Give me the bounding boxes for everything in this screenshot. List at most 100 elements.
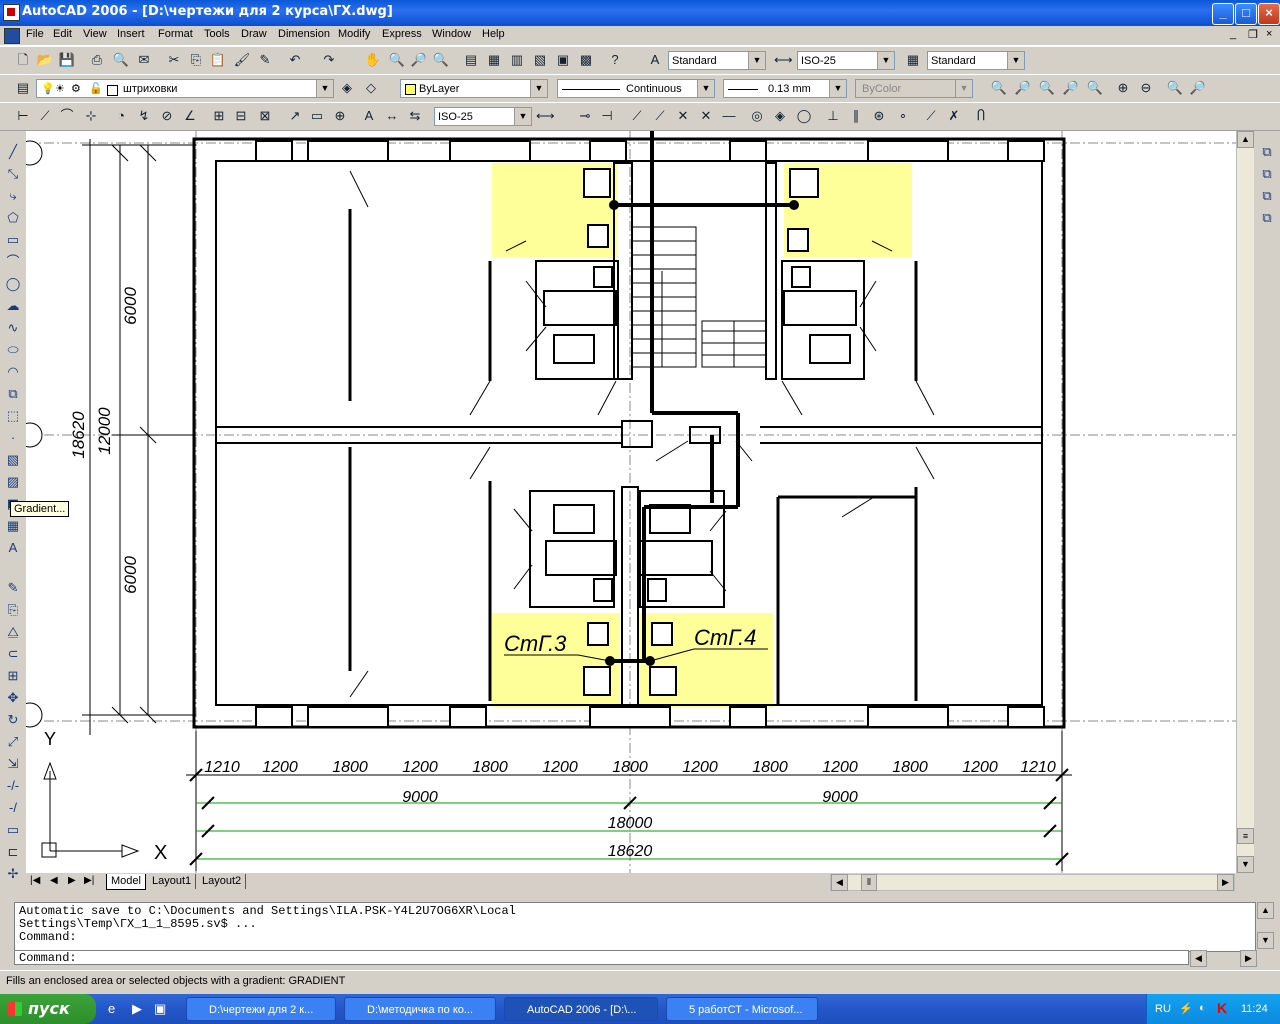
zoom-all-icon[interactable]: 🔍 <box>1166 79 1184 97</box>
break-icon[interactable]: ▭ <box>4 821 22 839</box>
menu-view[interactable]: View <box>83 28 107 40</box>
construction-line-icon[interactable]: ⤡ <box>4 165 22 183</box>
snap-cross-icon[interactable]: ✕ <box>674 107 692 125</box>
volume-icon[interactable]: ◐ <box>1199 1002 1206 1014</box>
dim-update-icon[interactable]: ⇆ <box>406 107 424 125</box>
line-icon[interactable]: ╱ <box>4 143 22 161</box>
erase-icon[interactable]: ✎ <box>4 579 22 597</box>
open-icon[interactable]: 📂 <box>36 51 54 69</box>
zoom-dynamic-icon[interactable]: 🔍 <box>1038 79 1056 97</box>
media-player-icon[interactable]: ▶ <box>132 1001 142 1017</box>
block-editor-icon[interactable]: ✎ <box>256 51 274 69</box>
vertical-scrollbar[interactable]: ▲ ≡ ▼ <box>1236 131 1254 873</box>
layer-manager-icon[interactable]: ▤ <box>14 79 32 97</box>
angular-dim-icon[interactable]: ∠ <box>181 107 199 125</box>
point-icon[interactable]: · <box>4 429 22 447</box>
text-style-icon[interactable]: A <box>646 51 664 69</box>
menu-dimension[interactable]: Dimension <box>278 28 330 40</box>
zoom-realtime-icon[interactable]: 🔍 <box>388 51 406 69</box>
menu-express[interactable]: Express <box>382 28 422 40</box>
array-icon[interactable]: ⊞ <box>4 667 22 685</box>
snap-node-icon[interactable]: ∘ <box>894 107 912 125</box>
zoom-window-icon[interactable]: 🔎 <box>410 51 428 69</box>
document-icon[interactable] <box>4 28 20 44</box>
zoom-extents-icon[interactable]: 🔎 <box>1189 79 1207 97</box>
tolerance-icon[interactable]: ▭ <box>308 107 326 125</box>
color-select[interactable]: ByLayer ▼ <box>400 79 548 98</box>
snap-insert-icon[interactable]: ⊛ <box>870 107 888 125</box>
tab-first-icon[interactable]: |◀ <box>30 875 40 886</box>
move-icon[interactable]: ✥ <box>4 689 22 707</box>
hscroll-thumb[interactable]: ⦀ <box>861 874 877 891</box>
bring-above-icon[interactable]: ⧉ <box>1258 187 1276 205</box>
clock[interactable]: 11:24 <box>1241 1003 1268 1015</box>
cmd-scroll-right-icon[interactable]: ▶ <box>1240 950 1257 967</box>
menu-edit[interactable]: Edit <box>53 28 72 40</box>
tab-last-icon[interactable]: ▶| <box>84 875 94 886</box>
autocad-app-icon[interactable] <box>3 4 20 21</box>
layer-previous-icon[interactable]: ◇ <box>362 79 380 97</box>
tab-next-icon[interactable]: ▶ <box>68 875 76 886</box>
doc-close-icon[interactable]: × <box>1266 28 1272 40</box>
offset-icon[interactable]: ⊂ <box>4 645 22 663</box>
insert-block-icon[interactable]: ⧉ <box>4 385 22 403</box>
send-to-back-icon[interactable]: ⧉ <box>1258 165 1276 183</box>
chevron-down-icon[interactable]: ▼ <box>514 108 531 125</box>
chevron-down-icon[interactable]: ▼ <box>530 80 547 97</box>
markup-icon[interactable]: ▣ <box>554 51 572 69</box>
zoom-scale-icon[interactable]: 🔎 <box>1062 79 1080 97</box>
sheet-set-icon[interactable]: ▧ <box>531 51 549 69</box>
network-icon[interactable]: ⚡ <box>1179 1002 1193 1015</box>
redo-icon[interactable]: ↷ <box>320 51 338 69</box>
menu-modify[interactable]: Modify <box>338 28 370 40</box>
scroll-left-icon[interactable]: ◀ <box>831 874 848 891</box>
baseline-dim-icon[interactable]: ⊟ <box>232 107 250 125</box>
language-indicator[interactable]: RU <box>1155 1003 1171 1015</box>
quick-dim-icon[interactable]: ⊞ <box>210 107 228 125</box>
cmd-scroll-left-icon[interactable]: ◀ <box>1190 950 1207 967</box>
mirror-icon[interactable]: ⧋ <box>4 623 22 641</box>
chevron-down-icon[interactable]: ▼ <box>748 52 765 69</box>
menu-help[interactable]: Help <box>482 28 505 40</box>
copy-icon[interactable]: ⎘ <box>187 51 205 69</box>
dim-style-select[interactable]: ISO-25 ▼ <box>797 51 895 70</box>
doc-minimize-icon[interactable]: _ <box>1230 28 1236 40</box>
snap-quadrant-icon[interactable]: ◈ <box>771 107 789 125</box>
design-center-icon[interactable]: ▦ <box>485 51 503 69</box>
scale-icon[interactable]: ⤢ <box>4 733 22 751</box>
show-desktop-icon[interactable]: ▣ <box>154 1001 166 1017</box>
menu-draw[interactable]: Draw <box>241 28 267 40</box>
snap-none-line-icon[interactable]: — <box>720 107 738 125</box>
chevron-down-icon[interactable]: ▼ <box>829 80 846 97</box>
cut-icon[interactable]: ✂ <box>165 51 183 69</box>
close-button[interactable]: × <box>1258 3 1280 25</box>
quick-leader-icon[interactable]: ↗ <box>286 107 304 125</box>
properties-icon[interactable]: ▤ <box>462 51 480 69</box>
plot-preview-icon[interactable]: 🔍 <box>112 51 130 69</box>
linear-dim-icon[interactable]: ⊢ <box>14 107 32 125</box>
zoom-window-icon[interactable]: 🔎 <box>1014 79 1032 97</box>
new-icon[interactable]: 🗋 <box>14 51 32 69</box>
zoom-center-icon[interactable]: 🔍 <box>1086 79 1104 97</box>
trim-icon[interactable]: -/- <box>4 777 22 795</box>
ellipse-icon[interactable]: ⬭ <box>4 341 22 359</box>
ellipse-arc-icon[interactable]: ◠ <box>4 363 22 381</box>
paste-icon[interactable]: 📋 <box>209 51 227 69</box>
calculator-icon[interactable]: ▩ <box>577 51 595 69</box>
help-icon[interactable]: ? <box>606 51 624 69</box>
layer-select[interactable]: 💡 ☀ ⚙ 🔓 штриховки ▼ <box>36 79 334 98</box>
snap-parallel-icon[interactable]: ∥ <box>847 107 865 125</box>
save-icon[interactable]: 💾 <box>58 51 76 69</box>
scroll-down-icon[interactable]: ▼ <box>1237 856 1254 873</box>
menu-format[interactable]: Format <box>158 28 193 40</box>
tab-model[interactable]: Model <box>106 874 146 890</box>
mtext-icon[interactable]: A <box>4 539 22 557</box>
table-style-icon[interactable]: ▦ <box>904 51 922 69</box>
snap-endpoint-icon[interactable]: ⊸ <box>576 107 594 125</box>
join-icon[interactable]: ⊏ <box>4 843 22 861</box>
snap-center-icon[interactable]: ◎ <box>748 107 766 125</box>
undo-icon[interactable]: ↶ <box>286 51 304 69</box>
antivirus-icon[interactable]: K <box>1217 1000 1227 1016</box>
menu-window[interactable]: Window <box>432 28 471 40</box>
text-style-select[interactable]: Standard ▼ <box>668 51 766 70</box>
